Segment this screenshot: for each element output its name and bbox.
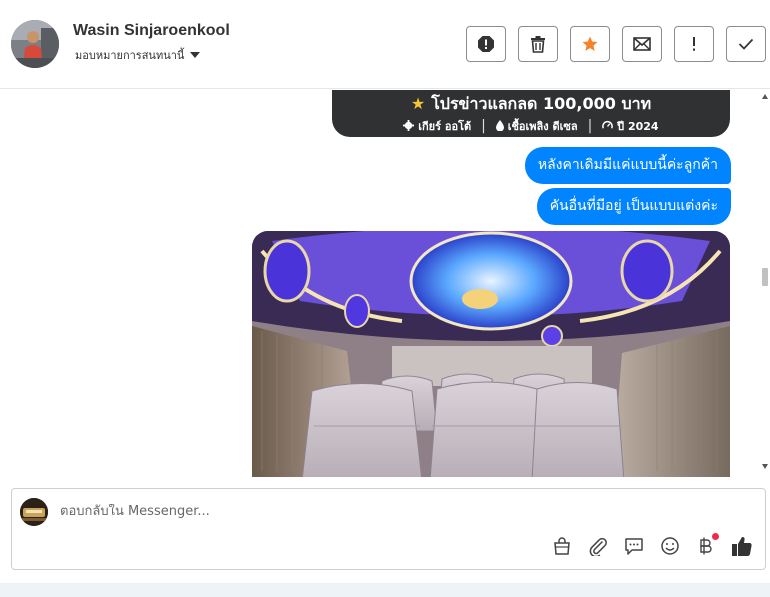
reply-input[interactable]	[60, 504, 540, 519]
exclamation-icon	[693, 37, 695, 51]
assign-conversation-dropdown[interactable]: มอบหมายการสนทนานี้	[75, 46, 201, 64]
saved-replies-button[interactable]	[623, 535, 645, 557]
spec-divider: |	[481, 118, 486, 134]
gear-spec: เกียร์ ออโต้	[403, 117, 471, 135]
scroll-down-arrow-icon[interactable]	[762, 464, 768, 469]
emoji-button[interactable]	[659, 535, 681, 557]
thumbs-up-icon	[732, 536, 752, 556]
chevron-down-icon	[190, 52, 201, 58]
check-icon	[738, 38, 754, 50]
attach-button[interactable]	[587, 535, 609, 557]
emoji-icon	[661, 537, 679, 555]
fuel-drop-icon	[495, 120, 504, 132]
listing-card[interactable]: ★ โปรข่าวแลกลด 100,000 บาท เกียร์ ออโต้ |	[332, 90, 730, 137]
user-name[interactable]: Wasin Sinjaroenkool	[73, 22, 230, 40]
assign-label: มอบหมายการสนทนานี้	[75, 49, 185, 62]
scroll-up-arrow-icon[interactable]	[762, 94, 768, 99]
trash-icon	[531, 36, 545, 53]
star-button[interactable]	[570, 26, 610, 62]
notification-dot	[712, 533, 719, 540]
listing-title: ★ โปรข่าวแลกลด 100,000 บาท	[410, 94, 652, 113]
follow-up-button[interactable]	[674, 26, 714, 62]
star-icon: ★	[410, 94, 426, 113]
mail-icon	[633, 37, 651, 51]
spec-divider: |	[587, 118, 593, 134]
fuel-spec: เชื้อเพลิง ดีเซล	[495, 117, 578, 135]
payment-button[interactable]	[695, 533, 719, 557]
gear-icon	[403, 120, 415, 131]
message-bubble[interactable]: คันอื่นที่มีอยู่ เป็นแบบแต่งค่ะ	[536, 188, 731, 225]
page-avatar	[20, 498, 48, 526]
shop-button[interactable]	[551, 535, 573, 557]
mark-spam-button[interactable]	[466, 26, 506, 62]
scrollbar-thumb[interactable]	[762, 268, 768, 286]
paperclip-icon	[589, 537, 607, 556]
reply-composer	[11, 488, 766, 570]
like-button[interactable]	[731, 535, 753, 557]
messenger-inbox-app: Wasin Sinjaroenkool มอบหมายการสนทนานี้ ★…	[0, 0, 770, 597]
conversation-actions	[466, 26, 766, 62]
bottom-background	[0, 583, 770, 597]
avatar[interactable]	[11, 20, 59, 68]
speedometer-icon	[602, 121, 614, 129]
report-icon	[478, 36, 494, 52]
composer-tools	[551, 533, 753, 557]
mark-unread-button[interactable]	[622, 26, 662, 62]
year-spec: ปี 2024	[602, 117, 659, 135]
baht-icon	[700, 537, 712, 555]
delete-button[interactable]	[518, 26, 558, 62]
listing-specs: เกียร์ ออโต้ | เชื้อเพลิง ดีเซล | ปี 202…	[332, 117, 730, 135]
bag-icon	[554, 537, 570, 555]
conversation-header: Wasin Sinjaroenkool มอบหมายการสนทนานี้	[0, 0, 770, 89]
van-interior-photo[interactable]	[252, 231, 730, 477]
star-icon	[582, 36, 598, 51]
saved-reply-icon	[625, 538, 643, 555]
thread-scrollbar[interactable]	[760, 90, 770, 475]
mark-done-button[interactable]	[726, 26, 766, 62]
message-bubble[interactable]: หลังคาเดิมมีแค่แบบนี้ค่ะลูกค้า	[524, 147, 731, 184]
message-thread[interactable]: ★ โปรข่าวแลกลด 100,000 บาท เกียร์ ออโต้ |	[0, 90, 770, 477]
